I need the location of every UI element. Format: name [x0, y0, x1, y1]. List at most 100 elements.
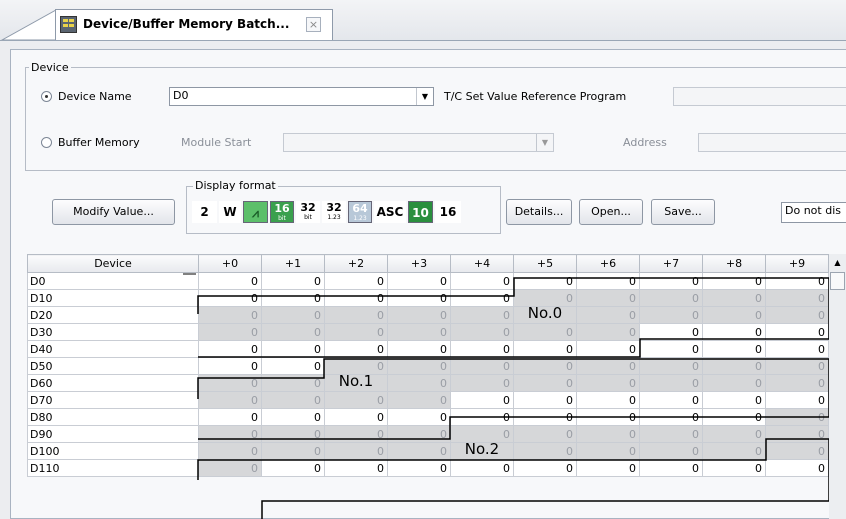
value-cell[interactable]: 0	[387, 374, 451, 392]
value-cell[interactable]: 0	[702, 374, 766, 392]
open-button[interactable]: Open...	[579, 199, 643, 225]
value-cell[interactable]: 0	[639, 289, 703, 307]
value-cell[interactable]: 0	[387, 459, 451, 477]
value-cell[interactable]: 0	[576, 391, 640, 409]
value-cell[interactable]: 0	[576, 340, 640, 358]
save-button[interactable]: Save...	[651, 199, 715, 225]
value-cell[interactable]: 0	[765, 442, 829, 460]
value-cell[interactable]: 0	[450, 272, 514, 290]
display-format-button[interactable]: 32 1.23	[322, 201, 346, 223]
device-cell[interactable]: D100	[27, 442, 199, 460]
value-cell[interactable]: 0	[198, 340, 262, 358]
value-cell[interactable]: 0	[702, 425, 766, 443]
chevron-down-icon[interactable]: ▼	[536, 134, 553, 151]
value-cell[interactable]: 0	[324, 442, 388, 460]
table-row[interactable]: D10 0 0 0 0 0 0 0 0 0 0	[27, 289, 829, 307]
value-cell[interactable]: 0	[576, 357, 640, 375]
value-cell[interactable]: 0	[576, 323, 640, 341]
value-cell[interactable]: 0	[261, 408, 325, 426]
value-cell[interactable]: 0	[198, 323, 262, 341]
table-row[interactable]: D30 0 0 0 0 0 0 0 0 0 0	[27, 323, 829, 341]
device-cell[interactable]: D10	[27, 289, 199, 307]
value-cell[interactable]: 0	[639, 391, 703, 409]
value-cell[interactable]: 0	[513, 357, 577, 375]
value-cell[interactable]: 0	[387, 442, 451, 460]
value-cell[interactable]: 0	[261, 340, 325, 358]
display-format-button[interactable]: ASC	[374, 201, 406, 223]
scrollbar-thumb[interactable]	[830, 272, 845, 290]
value-cell[interactable]: 0	[639, 459, 703, 477]
value-cell[interactable]: 0	[198, 391, 262, 409]
module-start-select[interactable]: ▼	[283, 133, 554, 152]
display-format-button[interactable]: 2	[192, 201, 217, 223]
display-format-button[interactable]: ⩘	[243, 201, 268, 223]
display-format-button[interactable]: 16	[435, 201, 461, 223]
buffer-memory-label[interactable]: Buffer Memory	[58, 136, 140, 149]
value-cell[interactable]: 0	[324, 272, 388, 290]
value-cell[interactable]: 0	[576, 442, 640, 460]
value-cell[interactable]: 0	[765, 357, 829, 375]
value-cell[interactable]: 0	[450, 306, 514, 324]
value-cell[interactable]: 0	[513, 408, 577, 426]
value-cell[interactable]: No.2	[450, 440, 514, 460]
value-cell[interactable]: 0	[765, 459, 829, 477]
value-cell[interactable]: 0	[765, 391, 829, 409]
value-cell[interactable]: 0	[702, 272, 766, 290]
value-cell[interactable]: 0	[387, 391, 451, 409]
value-cell[interactable]: 0	[387, 306, 451, 324]
value-cell[interactable]: 0	[198, 306, 262, 324]
device-cell[interactable]: D50	[27, 357, 199, 375]
value-cell[interactable]: 0	[387, 357, 451, 375]
value-cell[interactable]: 0	[639, 306, 703, 324]
table-row[interactable]: D110 0 0 0 0 0 0 0 0 0 0	[27, 459, 829, 477]
value-cell[interactable]: 0	[576, 289, 640, 307]
table-row[interactable]: D50 0 0 0 0 0 0 0 0 0 0	[27, 357, 829, 375]
value-cell[interactable]: 0	[576, 306, 640, 324]
value-cell[interactable]: 0	[324, 391, 388, 409]
value-cell[interactable]: 0	[639, 357, 703, 375]
value-cell[interactable]: 0	[450, 340, 514, 358]
device-name-label[interactable]: Device Name	[58, 90, 132, 103]
value-cell[interactable]: 0	[261, 323, 325, 341]
value-cell[interactable]: 0	[513, 340, 577, 358]
value-cell[interactable]: 0	[639, 442, 703, 460]
value-cell[interactable]: 0	[702, 306, 766, 324]
display-format-button[interactable]: 32 bit	[296, 201, 320, 223]
display-format-button[interactable]: W	[219, 201, 241, 223]
device-cell[interactable]: D30	[27, 323, 199, 341]
value-cell[interactable]: 0	[765, 425, 829, 443]
table-row[interactable]: D0 0 0 0 0 0 0 0 0 0 0	[27, 272, 829, 290]
value-cell[interactable]: 0	[576, 425, 640, 443]
value-cell[interactable]: 0	[513, 425, 577, 443]
value-cell[interactable]: 0	[639, 340, 703, 358]
details-button[interactable]: Details...	[506, 199, 572, 225]
table-row[interactable]: D20 0 0 0 0 0 No.0 0 0 0 0	[27, 304, 829, 324]
table-row[interactable]: D70 0 0 0 0 0 0 0 0 0 0	[27, 391, 829, 409]
value-cell[interactable]: 0	[450, 374, 514, 392]
value-cell[interactable]: 0	[324, 340, 388, 358]
value-cell[interactable]: 0	[261, 272, 325, 290]
value-cell[interactable]: 0	[576, 408, 640, 426]
value-cell[interactable]: 0	[513, 459, 577, 477]
value-cell[interactable]: 0	[198, 425, 262, 443]
value-cell[interactable]: 0	[324, 459, 388, 477]
value-cell[interactable]: 0	[261, 289, 325, 307]
value-cell[interactable]: 0	[639, 323, 703, 341]
value-cell[interactable]: 0	[261, 425, 325, 443]
value-cell[interactable]: 0	[513, 374, 577, 392]
value-cell[interactable]: 0	[576, 272, 640, 290]
display-format-button[interactable]: 64 1.23	[348, 201, 372, 223]
value-cell[interactable]: 0	[261, 357, 325, 375]
value-cell[interactable]: 0	[198, 289, 262, 307]
value-cell[interactable]: 0	[702, 391, 766, 409]
table-row[interactable]: D60 0 0 No.1 0 0 0 0 0 0 0	[27, 372, 829, 392]
table-row[interactable]: D90 0 0 0 0 0 0 0 0 0 0	[27, 425, 829, 443]
display-format-button[interactable]: 10	[408, 201, 433, 223]
device-cell[interactable]: D110	[27, 459, 199, 477]
device-cell[interactable]: D40	[27, 340, 199, 358]
value-cell[interactable]: 0	[387, 289, 451, 307]
display-option-select[interactable]: Do not dis	[781, 202, 846, 223]
value-cell[interactable]: 0	[450, 425, 514, 443]
value-cell[interactable]: 0	[702, 459, 766, 477]
tab-device-buffer-memory-batch[interactable]: Device/Buffer Memory Batch... ×	[55, 9, 333, 40]
